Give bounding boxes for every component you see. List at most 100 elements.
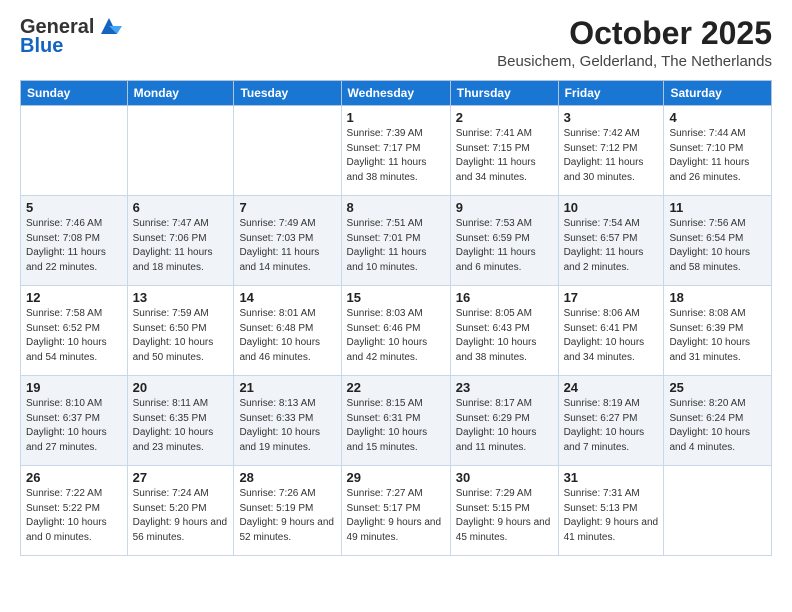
calendar-cell: 9 Sunrise: 7:53 AM Sunset: 6:59 PM Daylig…: [450, 196, 558, 286]
calendar-cell: 29 Sunrise: 7:27 AM Sunset: 5:17 PM Dayli…: [341, 466, 450, 556]
subtitle: Beusichem, Gelderland, The Netherlands: [497, 53, 772, 70]
day-info: Sunrise: 8:03 AM Sunset: 6:46 PM Dayligh…: [347, 307, 445, 365]
day-number: 3: [564, 110, 659, 125]
calendar-week-3: 19Sunrise: 8:10 AM Sunset: 6:37 PM Dayli…: [21, 376, 772, 466]
day-info: Sunrise: 7:51 AM Sunset: 7:01 PM Dayligh…: [347, 217, 445, 275]
calendar-cell: 17 Sunrise: 8:06 AM Sunset: 6:41 PM Dayli…: [558, 286, 664, 376]
calendar-week-2: 12Sunrise: 7:58 AM Sunset: 6:52 PM Dayli…: [21, 286, 772, 376]
calendar-cell: 16 Sunrise: 8:05 AM Sunset: 6:43 PM Dayli…: [450, 286, 558, 376]
day-number: 16: [456, 290, 553, 305]
day-number: 13: [133, 290, 229, 305]
day-number: 1: [347, 110, 445, 125]
day-info: Sunrise: 7:29 AM Sunset: 5:15 PM Dayligh…: [456, 487, 553, 545]
day-number: 17: [564, 290, 659, 305]
day-number: 27: [133, 470, 229, 485]
day-number: 21: [239, 380, 335, 395]
day-number: 5: [26, 200, 122, 215]
calendar-cell: 10 Sunrise: 7:54 AM Sunset: 6:57 PM Dayli…: [558, 196, 664, 286]
day-number: 20: [133, 380, 229, 395]
title-block: October 2025 Beusichem, Gelderland, The …: [497, 16, 772, 70]
calendar-cell: 19Sunrise: 8:10 AM Sunset: 6:37 PM Dayli…: [21, 376, 128, 466]
day-info: Sunrise: 8:05 AM Sunset: 6:43 PM Dayligh…: [456, 307, 553, 365]
calendar-cell: 2 Sunrise: 7:41 AM Sunset: 7:15 PM Daylig…: [450, 106, 558, 196]
calendar-table: Sunday Monday Tuesday Wednesday Thursday…: [20, 80, 772, 556]
col-wednesday: Wednesday: [341, 81, 450, 106]
day-number: 15: [347, 290, 445, 305]
day-info: Sunrise: 7:41 AM Sunset: 7:15 PM Dayligh…: [456, 127, 553, 185]
day-number: 8: [347, 200, 445, 215]
logo: General Blue: [20, 16, 122, 58]
calendar-cell: 22 Sunrise: 8:15 AM Sunset: 6:31 PM Dayli…: [341, 376, 450, 466]
calendar-cell: 28 Sunrise: 7:26 AM Sunset: 5:19 PM Dayli…: [234, 466, 341, 556]
day-number: 14: [239, 290, 335, 305]
day-number: 24: [564, 380, 659, 395]
day-number: 6: [133, 200, 229, 215]
day-number: 31: [564, 470, 659, 485]
calendar-cell: 12Sunrise: 7:58 AM Sunset: 6:52 PM Dayli…: [21, 286, 128, 376]
day-number: 7: [239, 200, 335, 215]
calendar-cell: 6 Sunrise: 7:47 AM Sunset: 7:06 PM Daylig…: [127, 196, 234, 286]
day-info: Sunrise: 8:08 AM Sunset: 6:39 PM Dayligh…: [669, 307, 766, 365]
col-tuesday: Tuesday: [234, 81, 341, 106]
header: General Blue October 2025 Beusichem, Gel…: [20, 16, 772, 70]
day-number: 29: [347, 470, 445, 485]
calendar-cell: 4 Sunrise: 7:44 AM Sunset: 7:10 PM Daylig…: [664, 106, 772, 196]
col-friday: Friday: [558, 81, 664, 106]
day-info: Sunrise: 7:27 AM Sunset: 5:17 PM Dayligh…: [347, 487, 445, 545]
page: General Blue October 2025 Beusichem, Gel…: [0, 0, 792, 612]
day-number: 28: [239, 470, 335, 485]
day-info: Sunrise: 8:17 AM Sunset: 6:29 PM Dayligh…: [456, 397, 553, 455]
day-info: Sunrise: 7:22 AM Sunset: 5:22 PM Dayligh…: [26, 487, 122, 545]
day-number: 9: [456, 200, 553, 215]
calendar-cell: 25Sunrise: 8:20 AM Sunset: 6:24 PM Dayli…: [664, 376, 772, 466]
calendar-cell: 1 Sunrise: 7:39 AM Sunset: 7:17 PM Daylig…: [341, 106, 450, 196]
day-number: 22: [347, 380, 445, 395]
day-number: 11: [669, 200, 766, 215]
calendar-cell: 31 Sunrise: 7:31 AM Sunset: 5:13 PM Dayli…: [558, 466, 664, 556]
day-info: Sunrise: 7:47 AM Sunset: 7:06 PM Dayligh…: [133, 217, 229, 275]
calendar-cell: 14 Sunrise: 8:01 AM Sunset: 6:48 PM Dayli…: [234, 286, 341, 376]
day-number: 18: [669, 290, 766, 305]
calendar-cell: 26 Sunrise: 7:22 AM Sunset: 5:22 PM Dayli…: [21, 466, 128, 556]
day-info: Sunrise: 7:49 AM Sunset: 7:03 PM Dayligh…: [239, 217, 335, 275]
calendar-cell: 11 Sunrise: 7:56 AM Sunset: 6:54 PM Dayli…: [664, 196, 772, 286]
day-info: Sunrise: 8:15 AM Sunset: 6:31 PM Dayligh…: [347, 397, 445, 455]
calendar-cell: 27Sunrise: 7:24 AM Sunset: 5:20 PM Dayli…: [127, 466, 234, 556]
day-info: Sunrise: 7:56 AM Sunset: 6:54 PM Dayligh…: [669, 217, 766, 275]
calendar-cell: 15 Sunrise: 8:03 AM Sunset: 6:46 PM Dayli…: [341, 286, 450, 376]
calendar-cell: 23 Sunrise: 8:17 AM Sunset: 6:29 PM Dayli…: [450, 376, 558, 466]
logo-icon: [96, 16, 122, 38]
calendar-cell: [127, 106, 234, 196]
day-info: Sunrise: 8:01 AM Sunset: 6:48 PM Dayligh…: [239, 307, 335, 365]
calendar-cell: 20Sunrise: 8:11 AM Sunset: 6:35 PM Dayli…: [127, 376, 234, 466]
day-info: Sunrise: 7:26 AM Sunset: 5:19 PM Dayligh…: [239, 487, 335, 545]
col-saturday: Saturday: [664, 81, 772, 106]
calendar-cell: 24Sunrise: 8:19 AM Sunset: 6:27 PM Dayli…: [558, 376, 664, 466]
day-info: Sunrise: 7:42 AM Sunset: 7:12 PM Dayligh…: [564, 127, 659, 185]
day-info: Sunrise: 7:54 AM Sunset: 6:57 PM Dayligh…: [564, 217, 659, 275]
calendar-cell: [21, 106, 128, 196]
month-title: October 2025: [497, 16, 772, 51]
day-number: 19: [26, 380, 122, 395]
day-info: Sunrise: 7:53 AM Sunset: 6:59 PM Dayligh…: [456, 217, 553, 275]
day-info: Sunrise: 7:31 AM Sunset: 5:13 PM Dayligh…: [564, 487, 659, 545]
calendar-header-row: Sunday Monday Tuesday Wednesday Thursday…: [21, 81, 772, 106]
day-number: 23: [456, 380, 553, 395]
calendar-week-1: 5Sunrise: 7:46 AM Sunset: 7:08 PM Daylig…: [21, 196, 772, 286]
day-number: 4: [669, 110, 766, 125]
day-number: 10: [564, 200, 659, 215]
calendar-cell: 21 Sunrise: 8:13 AM Sunset: 6:33 PM Dayli…: [234, 376, 341, 466]
day-number: 2: [456, 110, 553, 125]
day-info: Sunrise: 8:06 AM Sunset: 6:41 PM Dayligh…: [564, 307, 659, 365]
day-info: Sunrise: 8:20 AM Sunset: 6:24 PM Dayligh…: [669, 397, 766, 455]
day-info: Sunrise: 7:44 AM Sunset: 7:10 PM Dayligh…: [669, 127, 766, 185]
day-number: 12: [26, 290, 122, 305]
day-number: 26: [26, 470, 122, 485]
calendar-cell: 8 Sunrise: 7:51 AM Sunset: 7:01 PM Daylig…: [341, 196, 450, 286]
day-info: Sunrise: 7:39 AM Sunset: 7:17 PM Dayligh…: [347, 127, 445, 185]
calendar-cell: [234, 106, 341, 196]
calendar-cell: 30Sunrise: 7:29 AM Sunset: 5:15 PM Dayli…: [450, 466, 558, 556]
day-info: Sunrise: 8:13 AM Sunset: 6:33 PM Dayligh…: [239, 397, 335, 455]
calendar-cell: [664, 466, 772, 556]
calendar-cell: 3 Sunrise: 7:42 AM Sunset: 7:12 PM Daylig…: [558, 106, 664, 196]
